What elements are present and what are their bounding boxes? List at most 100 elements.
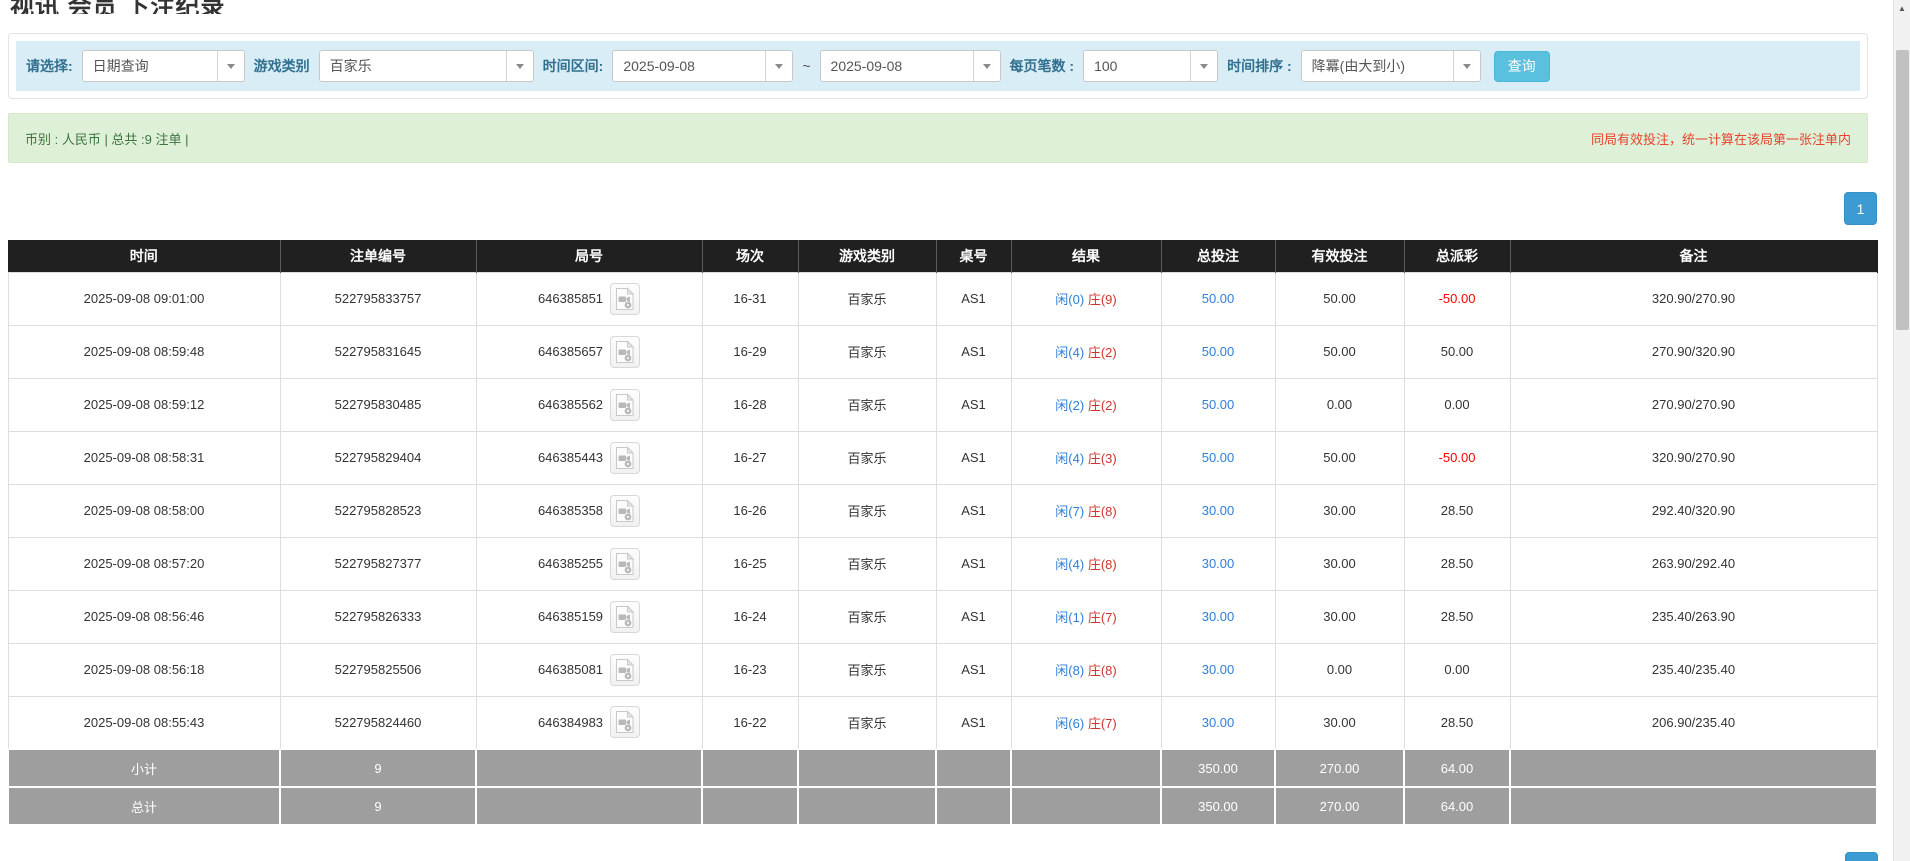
cell-game-type: 百家乐 (798, 378, 936, 431)
scrollbar-up-icon[interactable]: ▲ (1894, 0, 1910, 17)
subtotal-row-empty (798, 749, 936, 787)
page-size-select[interactable]: 100 (1083, 50, 1218, 82)
video-replay-button[interactable] (610, 442, 640, 474)
game-type-select[interactable]: 百家乐 (319, 50, 534, 82)
cell-time: 2025-09-08 08:57:20 (8, 537, 280, 590)
cell-table-no: AS1 (936, 431, 1011, 484)
cell-bet-id: 522795826333 (280, 590, 476, 643)
cell-payout: -50.00 (1404, 272, 1510, 325)
video-replay-icon (614, 605, 636, 629)
cell-bet-id: 522795825506 (280, 643, 476, 696)
cell-round-id: 646384983 (476, 696, 702, 749)
cell-result: 闲(4) 庄(8) (1011, 537, 1161, 590)
total-row-empty (936, 787, 1011, 825)
chevron-down-icon[interactable] (506, 51, 533, 81)
video-replay-button[interactable] (610, 601, 640, 633)
total-bet-link[interactable]: 50.00 (1202, 291, 1235, 306)
cell-game-type: 百家乐 (798, 696, 936, 749)
cell-table-no: AS1 (936, 378, 1011, 431)
filter-panel: 请选择: 日期查询 游戏类别 百家乐 时间区间: 2025-09-08 ~ 20… (8, 33, 1868, 99)
header-payout: 总派彩 (1404, 240, 1510, 272)
page-1-button[interactable]: 1 (1844, 192, 1877, 225)
caret-glyph (227, 64, 235, 69)
cell-valid-bet: 50.00 (1275, 272, 1404, 325)
cell-game-type: 百家乐 (798, 643, 936, 696)
vertical-scrollbar[interactable]: ▲ (1893, 0, 1910, 861)
cell-total-bet: 50.00 (1161, 431, 1275, 484)
video-replay-icon (614, 552, 636, 576)
cell-table-no: AS1 (936, 590, 1011, 643)
chevron-down-icon[interactable] (217, 51, 244, 81)
page-size-label: 每页笔数 : (1010, 56, 1075, 76)
cell-result: 闲(6) 庄(7) (1011, 696, 1161, 749)
video-replay-button[interactable] (610, 336, 640, 368)
date-to-select[interactable]: 2025-09-08 (820, 50, 1001, 82)
page-size-value: 100 (1084, 51, 1190, 81)
header-game-type: 游戏类别 (798, 240, 936, 272)
query-button[interactable]: 查询 (1494, 51, 1550, 82)
cell-result: 闲(7) 庄(8) (1011, 484, 1161, 537)
cell-bet-id: 522795828523 (280, 484, 476, 537)
cell-valid-bet: 30.00 (1275, 537, 1404, 590)
total-row-empty (702, 787, 798, 825)
table-row: 2025-09-08 08:59:48522795831645646385657… (8, 325, 1877, 378)
cell-bet-id: 522795824460 (280, 696, 476, 749)
cell-time: 2025-09-08 08:56:18 (8, 643, 280, 696)
video-replay-icon (614, 658, 636, 682)
round-id-value: 646385851 (538, 291, 603, 306)
cell-result: 闲(2) 庄(2) (1011, 378, 1161, 431)
round-id-value: 646385562 (538, 397, 603, 412)
cell-note: 320.90/270.90 (1510, 272, 1877, 325)
total-bet-link[interactable]: 50.00 (1202, 397, 1235, 412)
page-1-button[interactable]: 1 (1845, 852, 1878, 861)
total-bet-link[interactable]: 50.00 (1202, 450, 1235, 465)
video-replay-button[interactable] (610, 283, 640, 315)
total-bet-link[interactable]: 30.00 (1202, 662, 1235, 677)
result-banker: 庄(7) (1088, 716, 1117, 731)
table-row: 2025-09-08 08:56:18522795825506646385081… (8, 643, 1877, 696)
cell-note: 292.40/320.90 (1510, 484, 1877, 537)
chevron-down-icon[interactable] (973, 51, 1000, 81)
video-replay-button[interactable] (610, 706, 640, 738)
cell-session: 16-26 (702, 484, 798, 537)
scrollbar-thumb[interactable] (1896, 50, 1909, 330)
total-row-payout: 64.00 (1404, 787, 1510, 825)
total-bet-link[interactable]: 50.00 (1202, 344, 1235, 359)
video-replay-button[interactable] (610, 548, 640, 580)
cell-session: 16-29 (702, 325, 798, 378)
cell-time: 2025-09-08 08:59:12 (8, 378, 280, 431)
query-type-select[interactable]: 日期查询 (82, 50, 245, 82)
header-total-bet: 总投注 (1161, 240, 1275, 272)
chevron-down-icon[interactable] (765, 51, 792, 81)
time-sort-select[interactable]: 降冪(由大到小) (1301, 50, 1481, 82)
result-player: 闲(4) (1055, 451, 1084, 466)
cell-session: 16-31 (702, 272, 798, 325)
video-replay-button[interactable] (610, 495, 640, 527)
time-range-label: 时间区间: (543, 56, 604, 76)
header-valid-bet: 有效投注 (1275, 240, 1404, 272)
total-bet-link[interactable]: 30.00 (1202, 715, 1235, 730)
total-row-total-bet: 350.00 (1161, 787, 1275, 825)
cell-payout: 28.50 (1404, 590, 1510, 643)
chevron-down-icon[interactable] (1190, 51, 1217, 81)
summary-currency-total: 币别 : 人民币 | 总共 :9 注单 | (25, 129, 189, 148)
header-bet-id: 注单编号 (280, 240, 476, 272)
cell-payout: 50.00 (1404, 325, 1510, 378)
cell-total-bet: 30.00 (1161, 590, 1275, 643)
cell-session: 16-25 (702, 537, 798, 590)
chevron-down-icon[interactable] (1453, 51, 1480, 81)
total-bet-link[interactable]: 30.00 (1202, 556, 1235, 571)
total-row-empty (1011, 787, 1161, 825)
date-to-value: 2025-09-08 (821, 51, 973, 81)
video-replay-button[interactable] (610, 389, 640, 421)
cell-note: 263.90/292.40 (1510, 537, 1877, 590)
date-from-select[interactable]: 2025-09-08 (612, 50, 793, 82)
caret-glyph (983, 64, 991, 69)
video-replay-icon (614, 287, 636, 311)
total-bet-link[interactable]: 30.00 (1202, 609, 1235, 624)
cell-round-id: 646385358 (476, 484, 702, 537)
total-bet-link[interactable]: 30.00 (1202, 503, 1235, 518)
result-banker: 庄(8) (1088, 557, 1117, 572)
video-replay-button[interactable] (610, 654, 640, 686)
cell-note: 270.90/270.90 (1510, 378, 1877, 431)
